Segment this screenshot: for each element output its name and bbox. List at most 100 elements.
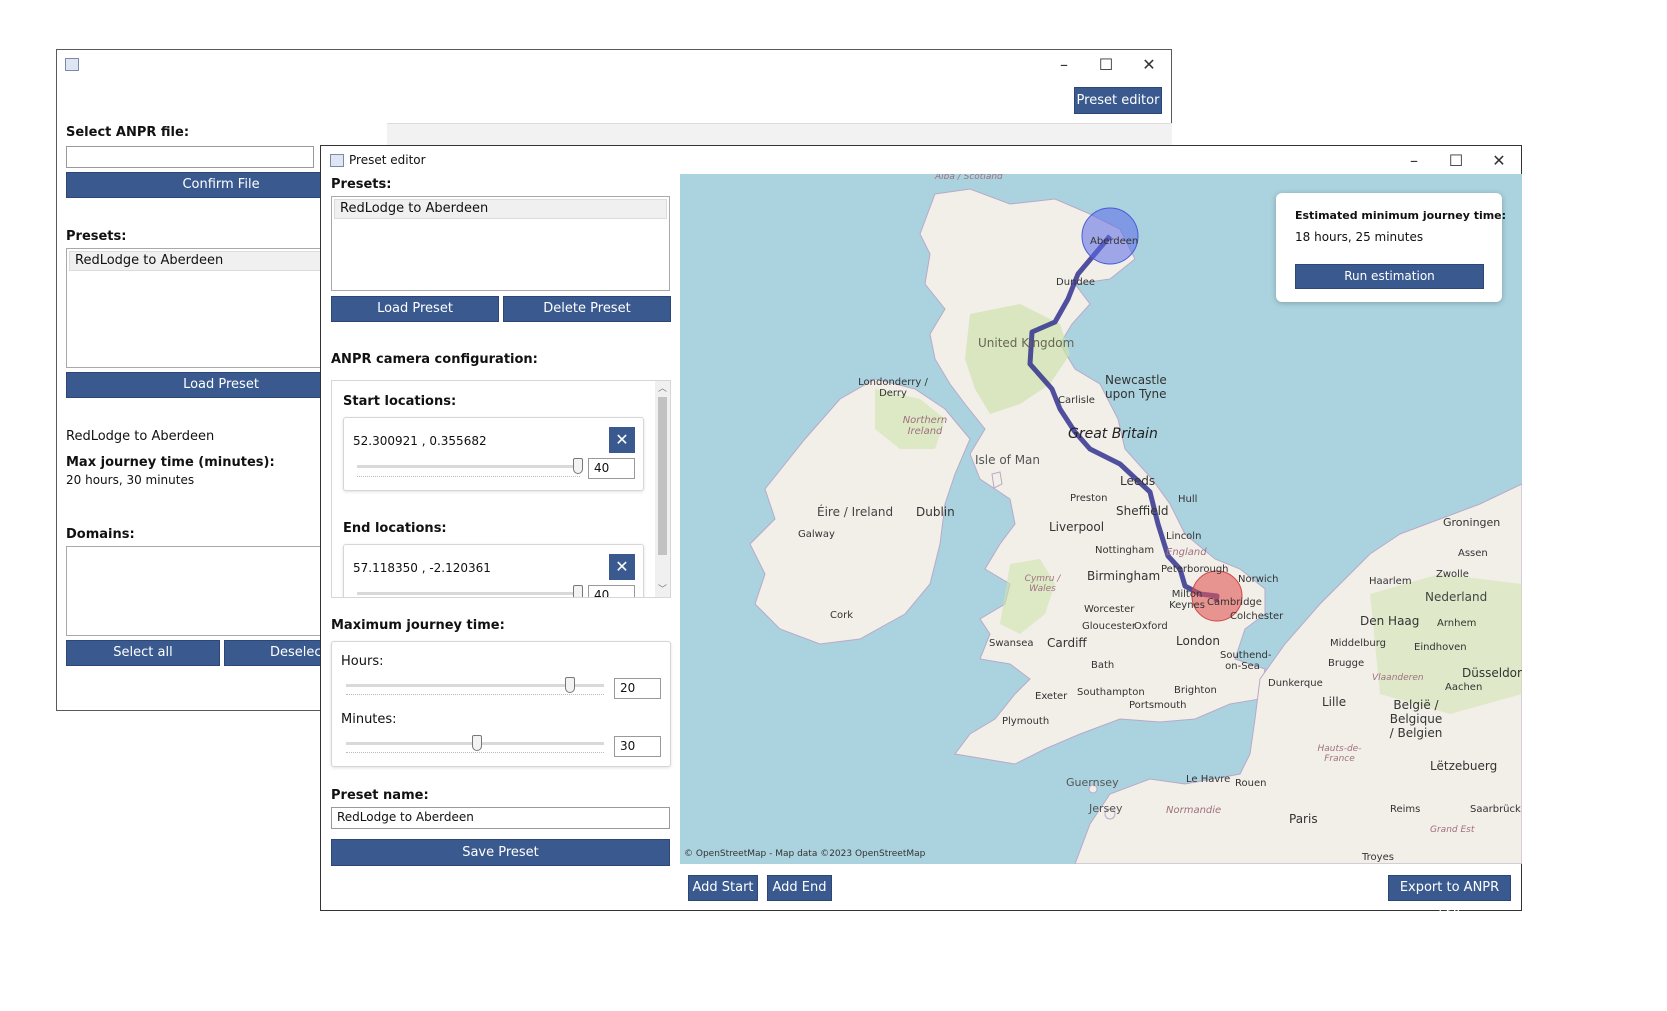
end-radius-slider-track[interactable] xyxy=(357,592,580,595)
end-location-coords: 57.118350 , -2.120361 xyxy=(353,561,491,575)
preset-editor-window: Preset editor – ☐ ✕ Presets: RedLodge to… xyxy=(320,145,1522,919)
editor-titlebar: Preset editor – ☐ ✕ xyxy=(321,146,1521,174)
map-label-nederland: Nederland xyxy=(1425,590,1488,604)
map-label-haarlem: Haarlem xyxy=(1369,576,1412,587)
hours-slider-ticks xyxy=(346,694,604,697)
map-label-gloucester: Gloucester xyxy=(1082,621,1137,632)
hours-label: Hours: xyxy=(341,654,384,669)
editor-app-icon xyxy=(330,154,344,167)
list-item[interactable]: RedLodge to Aberdeen xyxy=(334,199,667,219)
start-radius-slider-track[interactable] xyxy=(357,465,580,468)
map-label-great-britain: Great Britain xyxy=(1068,426,1158,442)
map-label-zwolle: Zwolle xyxy=(1436,569,1469,580)
map-label-cambridge: Cambridge xyxy=(1207,597,1262,608)
map-label-middelburg: Middelburg xyxy=(1330,638,1387,649)
add-start-button[interactable]: Add Start xyxy=(688,875,758,901)
close-icon[interactable]: ✕ xyxy=(1488,152,1510,170)
run-estimation-button[interactable]: Run estimation xyxy=(1295,264,1484,289)
map-label-letzebuerg: Lëtzebuerg xyxy=(1430,759,1498,773)
map-label-exeter: Exeter xyxy=(1035,691,1068,702)
map-label-portsmouth: Portsmouth xyxy=(1129,700,1187,711)
map-label-vlaanderen: Vlaanderen xyxy=(1372,673,1424,683)
end-radius-slider-thumb[interactable] xyxy=(573,585,583,597)
start-radius-slider-ticks xyxy=(357,476,580,479)
end-location-card: 57.118350 , -2.120361 ✕ 40 xyxy=(343,544,644,597)
estimation-card: Estimated minimum journey time: 18 hours… xyxy=(1276,193,1506,302)
end-radius-input[interactable]: 40 xyxy=(588,585,635,597)
map-label-arnhem: Arnhem xyxy=(1437,618,1477,629)
map-label-aberdeen: Aberdeen xyxy=(1090,236,1139,247)
scroll-up-icon[interactable]: ︿ xyxy=(655,381,670,394)
select-all-button[interactable]: Select all xyxy=(66,640,220,666)
minimize-icon[interactable]: – xyxy=(1403,152,1425,170)
map-label-jersey: Jersey xyxy=(1089,802,1123,815)
remove-end-location-button[interactable]: ✕ xyxy=(609,554,635,580)
map-label-rouen: Rouen xyxy=(1235,778,1267,789)
map-label-belgie: België / Belgique / Belgien xyxy=(1389,698,1443,740)
remove-start-location-button[interactable]: ✕ xyxy=(609,427,635,453)
scroll-down-icon[interactable]: ﹀ xyxy=(655,582,670,595)
preset-name-input[interactable]: RedLodge to Aberdeen xyxy=(331,807,670,829)
map-label-peterborough: Peterborough xyxy=(1161,564,1229,575)
app-icon xyxy=(65,58,79,71)
map-label-swansea: Swansea xyxy=(989,638,1034,649)
map-label-troyes: Troyes xyxy=(1362,852,1394,863)
hours-input[interactable]: 20 xyxy=(614,678,661,699)
map-label-preston: Preston xyxy=(1070,493,1108,504)
main-titlebar: – ☐ ✕ xyxy=(57,50,1171,80)
maximize-icon[interactable]: ☐ xyxy=(1095,56,1117,74)
scroll-thumb[interactable] xyxy=(658,397,667,555)
map-label-eire: Éire / Ireland xyxy=(817,505,894,519)
estimate-value: 18 hours, 25 minutes xyxy=(1295,230,1424,244)
map-label-guernsey: Guernsey xyxy=(1066,776,1119,789)
camera-config-scroll[interactable]: ︿ ﹀ Start locations: 52.300921 , 0.35568… xyxy=(331,380,671,598)
map-label-cardiff: Cardiff xyxy=(1047,636,1087,650)
export-anpr-button[interactable]: Export to ANPR csv xyxy=(1388,875,1511,919)
start-radius-input[interactable]: 40 xyxy=(588,458,635,479)
map-label-england: England xyxy=(1166,547,1207,558)
max-journey-label: Max journey time (minutes): xyxy=(66,455,275,470)
map-label-plymouth: Plymouth xyxy=(1002,716,1050,727)
map-label-saarbrucken: Saarbrück xyxy=(1470,804,1521,815)
map-label-grand-est: Grand Est xyxy=(1430,825,1475,835)
start-radius-slider-thumb[interactable] xyxy=(573,458,583,474)
start-location-card: 52.300921 , 0.355682 ✕ 40 xyxy=(343,417,644,491)
map-label-norwich: Norwich xyxy=(1238,574,1279,585)
map-label-galway: Galway xyxy=(798,529,835,540)
editor-load-preset-button[interactable]: Load Preset xyxy=(331,296,499,322)
map-label-reims: Reims xyxy=(1390,804,1421,815)
map-label-london: London xyxy=(1176,634,1220,648)
map-label-dublin: Dublin xyxy=(916,505,955,519)
map-label-dundee: Dundee xyxy=(1056,277,1096,288)
max-journey-value: 20 hours, 30 minutes xyxy=(66,473,195,487)
minutes-input[interactable]: 30 xyxy=(614,736,661,757)
hours-slider-thumb[interactable] xyxy=(565,677,575,693)
preset-editor-button[interactable]: Preset editor xyxy=(1074,87,1162,114)
estimate-title: Estimated minimum journey time: xyxy=(1295,209,1507,222)
add-end-button[interactable]: Add End xyxy=(767,875,832,901)
file-input[interactable] xyxy=(66,146,314,168)
minutes-slider-ticks xyxy=(346,752,604,755)
map-label-le-havre: Le Havre xyxy=(1186,774,1231,785)
select-file-label: Select ANPR file: xyxy=(66,125,190,140)
map-attribution[interactable]: © OpenStreetMap - Map data ©2023 OpenStr… xyxy=(684,849,925,859)
map-view[interactable]: Alba / Scotland Aberdeen Dundee United K… xyxy=(680,174,1522,864)
delete-preset-button[interactable]: Delete Preset xyxy=(503,296,671,322)
map-label-isle-of-man: Isle of Man xyxy=(975,453,1041,467)
end-locations-label: End locations: xyxy=(343,521,447,536)
close-icon[interactable]: ✕ xyxy=(1138,56,1160,74)
map-label-nottingham: Nottingham xyxy=(1095,545,1155,556)
save-preset-button[interactable]: Save Preset xyxy=(331,839,670,866)
map-label-cymru: Cymru / Wales xyxy=(1024,574,1061,594)
map-label-newcastle: Newcastle upon Tyne xyxy=(1105,373,1167,401)
map-label-groningen: Groningen xyxy=(1443,516,1501,529)
map-label-dusseldorf: Düsseldorf xyxy=(1462,666,1522,680)
start-locations-label: Start locations: xyxy=(343,394,457,409)
scrollbar[interactable]: ︿ ﹀ xyxy=(655,381,670,597)
maximize-icon[interactable]: ☐ xyxy=(1445,152,1467,170)
map-label-assen: Assen xyxy=(1458,548,1488,559)
map-label-worcester: Worcester xyxy=(1084,604,1135,615)
editor-presets-list[interactable]: RedLodge to Aberdeen xyxy=(331,196,670,291)
minimize-icon[interactable]: – xyxy=(1053,56,1075,74)
minutes-slider-thumb[interactable] xyxy=(472,735,482,751)
